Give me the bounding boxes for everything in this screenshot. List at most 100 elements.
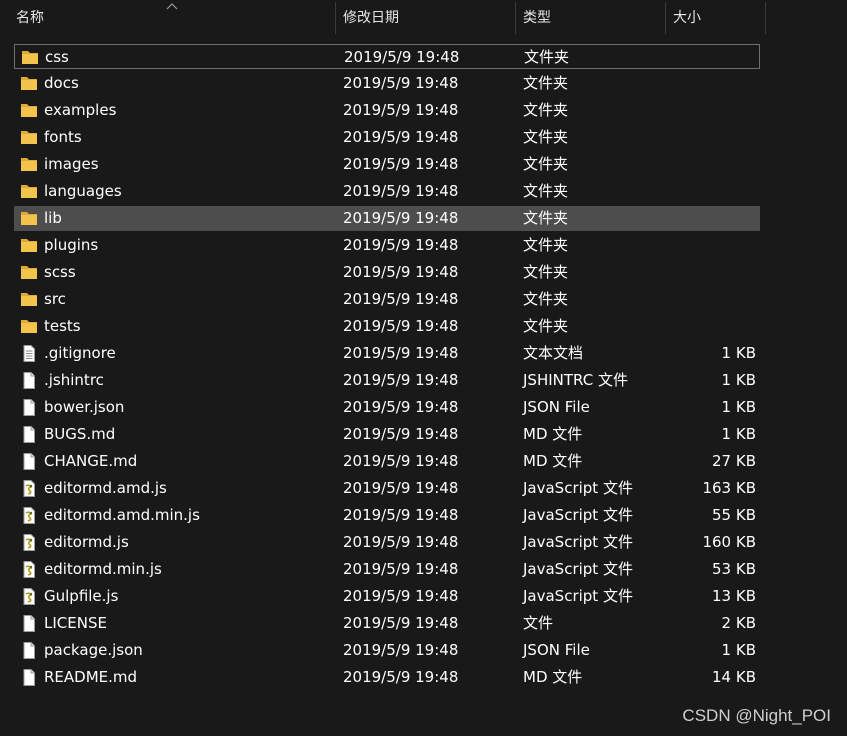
file-name: editormd.amd.min.js bbox=[44, 506, 200, 524]
file-row[interactable]: bower.json 2019/5/9 19:48 JSON File 1 KB bbox=[14, 395, 760, 420]
file-name: README.md bbox=[44, 668, 138, 686]
file-type: 文件 bbox=[523, 614, 554, 632]
file-row[interactable]: lib 2019/5/9 19:48 文件夹 bbox=[14, 206, 760, 231]
file-modified-date: 2019/5/9 19:48 bbox=[343, 128, 459, 146]
column-divider[interactable] bbox=[515, 2, 516, 34]
file-row[interactable]: images 2019/5/9 19:48 文件夹 bbox=[14, 152, 760, 177]
file-name: Gulpfile.js bbox=[44, 587, 119, 605]
file-name: .jshintrc bbox=[44, 371, 104, 389]
file-row[interactable]: package.json 2019/5/9 19:48 JSON File 1 KB bbox=[14, 638, 760, 663]
file-row[interactable]: editormd.amd.min.js 2019/5/9 19:48 JavaScr… bbox=[14, 503, 760, 528]
folder-icon bbox=[20, 156, 38, 173]
file-name: editormd.amd.js bbox=[44, 479, 167, 497]
file-modified-date: 2019/5/9 19:48 bbox=[343, 479, 459, 497]
folder-icon bbox=[20, 183, 38, 200]
file-type: JavaScript 文件 bbox=[523, 479, 633, 497]
file-size: 55 KB bbox=[712, 506, 756, 524]
file-type: 文件夹 bbox=[523, 155, 569, 173]
file-name: docs bbox=[44, 74, 79, 92]
file-name: fonts bbox=[44, 128, 82, 146]
file-row[interactable]: examples 2019/5/9 19:48 文件夹 bbox=[14, 98, 760, 123]
file-modified-date: 2019/5/9 19:48 bbox=[343, 344, 459, 362]
file-row[interactable]: LICENSE 2019/5/9 19:48 文件 2 KB bbox=[14, 611, 760, 636]
file-name: CHANGE.md bbox=[44, 452, 138, 470]
column-divider[interactable] bbox=[765, 2, 766, 34]
file-modified-date: 2019/5/9 19:48 bbox=[343, 398, 459, 416]
file-name: LICENSE bbox=[44, 614, 107, 632]
file-size: 14 KB bbox=[712, 668, 756, 686]
column-header-type[interactable]: 类型 bbox=[523, 0, 551, 36]
file-row[interactable]: Gulpfile.js 2019/5/9 19:48 JavaScript 文件 13… bbox=[14, 584, 760, 609]
file-modified-date: 2019/5/9 19:48 bbox=[343, 290, 459, 308]
file-name: examples bbox=[44, 101, 117, 119]
folder-icon bbox=[20, 318, 38, 335]
file-type: JSON File bbox=[523, 398, 590, 416]
file-row[interactable]: editormd.js 2019/5/9 19:48 JavaScript 文件 16… bbox=[14, 530, 760, 555]
file-type: 文件夹 bbox=[523, 128, 569, 146]
file-name: .gitignore bbox=[44, 344, 116, 362]
file-row[interactable]: css 2019/5/9 19:48 文件夹 bbox=[14, 44, 760, 69]
file-modified-date: 2019/5/9 19:48 bbox=[343, 641, 459, 659]
javascript-file-icon bbox=[20, 534, 38, 551]
file-modified-date: 2019/5/9 19:48 bbox=[343, 452, 459, 470]
column-divider[interactable] bbox=[335, 2, 336, 34]
file-size: 160 KB bbox=[702, 533, 756, 551]
file-row[interactable]: fonts 2019/5/9 19:48 文件夹 bbox=[14, 125, 760, 150]
sort-ascending-icon[interactable] bbox=[166, 2, 178, 10]
file-size: 163 KB bbox=[702, 479, 756, 497]
file-size: 1 KB bbox=[721, 344, 756, 362]
file-type: 文件夹 bbox=[523, 74, 569, 92]
file-type: JavaScript 文件 bbox=[523, 506, 633, 524]
file-name: lib bbox=[44, 209, 62, 227]
blank-file-icon bbox=[20, 642, 38, 659]
file-row[interactable]: editormd.amd.js 2019/5/9 19:48 JavaScript … bbox=[14, 476, 760, 501]
file-row[interactable]: tests 2019/5/9 19:48 文件夹 bbox=[14, 314, 760, 339]
folder-icon bbox=[20, 237, 38, 254]
file-size: 1 KB bbox=[721, 398, 756, 416]
file-row[interactable]: docs 2019/5/9 19:48 文件夹 bbox=[14, 71, 760, 96]
file-row[interactable]: plugins 2019/5/9 19:48 文件夹 bbox=[14, 233, 760, 258]
javascript-file-icon bbox=[20, 507, 38, 524]
column-header-date[interactable]: 修改日期 bbox=[343, 0, 399, 36]
file-row[interactable]: .gitignore 2019/5/9 19:48 文本文档 1 KB bbox=[14, 341, 760, 366]
file-modified-date: 2019/5/9 19:48 bbox=[343, 425, 459, 443]
file-type: MD 文件 bbox=[523, 425, 583, 443]
file-modified-date: 2019/5/9 19:48 bbox=[343, 371, 459, 389]
folder-icon bbox=[20, 291, 38, 308]
file-row[interactable]: scss 2019/5/9 19:48 文件夹 bbox=[14, 260, 760, 285]
file-modified-date: 2019/5/9 19:48 bbox=[343, 209, 459, 227]
file-row[interactable]: languages 2019/5/9 19:48 文件夹 bbox=[14, 179, 760, 204]
file-name: tests bbox=[44, 317, 81, 335]
file-row[interactable]: BUGS.md 2019/5/9 19:48 MD 文件 1 KB bbox=[14, 422, 760, 447]
column-divider[interactable] bbox=[665, 2, 666, 34]
file-name: editormd.min.js bbox=[44, 560, 162, 578]
file-type: JSHINTRC 文件 bbox=[523, 371, 628, 389]
file-size: 1 KB bbox=[721, 641, 756, 659]
column-header-name[interactable]: 名称 bbox=[16, 0, 44, 36]
file-size: 13 KB bbox=[712, 587, 756, 605]
blank-file-icon bbox=[20, 669, 38, 686]
file-row[interactable]: CHANGE.md 2019/5/9 19:48 MD 文件 27 KB bbox=[14, 449, 760, 474]
folder-icon bbox=[20, 102, 38, 119]
file-type: 文件夹 bbox=[523, 101, 569, 119]
file-modified-date: 2019/5/9 19:48 bbox=[343, 263, 459, 281]
folder-icon bbox=[20, 75, 38, 92]
file-type: 文本文档 bbox=[523, 344, 584, 362]
file-row[interactable]: editormd.min.js 2019/5/9 19:48 JavaScript … bbox=[14, 557, 760, 582]
file-modified-date: 2019/5/9 19:48 bbox=[343, 236, 459, 254]
javascript-file-icon bbox=[20, 561, 38, 578]
folder-icon bbox=[20, 129, 38, 146]
blank-file-icon bbox=[20, 453, 38, 470]
file-type: MD 文件 bbox=[523, 452, 583, 470]
blank-file-icon bbox=[20, 426, 38, 443]
file-name: scss bbox=[44, 263, 76, 281]
file-name: images bbox=[44, 155, 99, 173]
file-row[interactable]: README.md 2019/5/9 19:48 MD 文件 14 KB bbox=[14, 665, 760, 690]
file-row[interactable]: src 2019/5/9 19:48 文件夹 bbox=[14, 287, 760, 312]
column-header-bar: 名称 修改日期 类型 大小 bbox=[0, 0, 766, 36]
file-modified-date: 2019/5/9 19:48 bbox=[343, 587, 459, 605]
column-header-size[interactable]: 大小 bbox=[673, 0, 701, 36]
watermark: CSDN @Night_POI bbox=[682, 706, 831, 725]
file-name: src bbox=[44, 290, 66, 308]
file-row[interactable]: .jshintrc 2019/5/9 19:48 JSHINTRC 文件 1 KB bbox=[14, 368, 760, 393]
